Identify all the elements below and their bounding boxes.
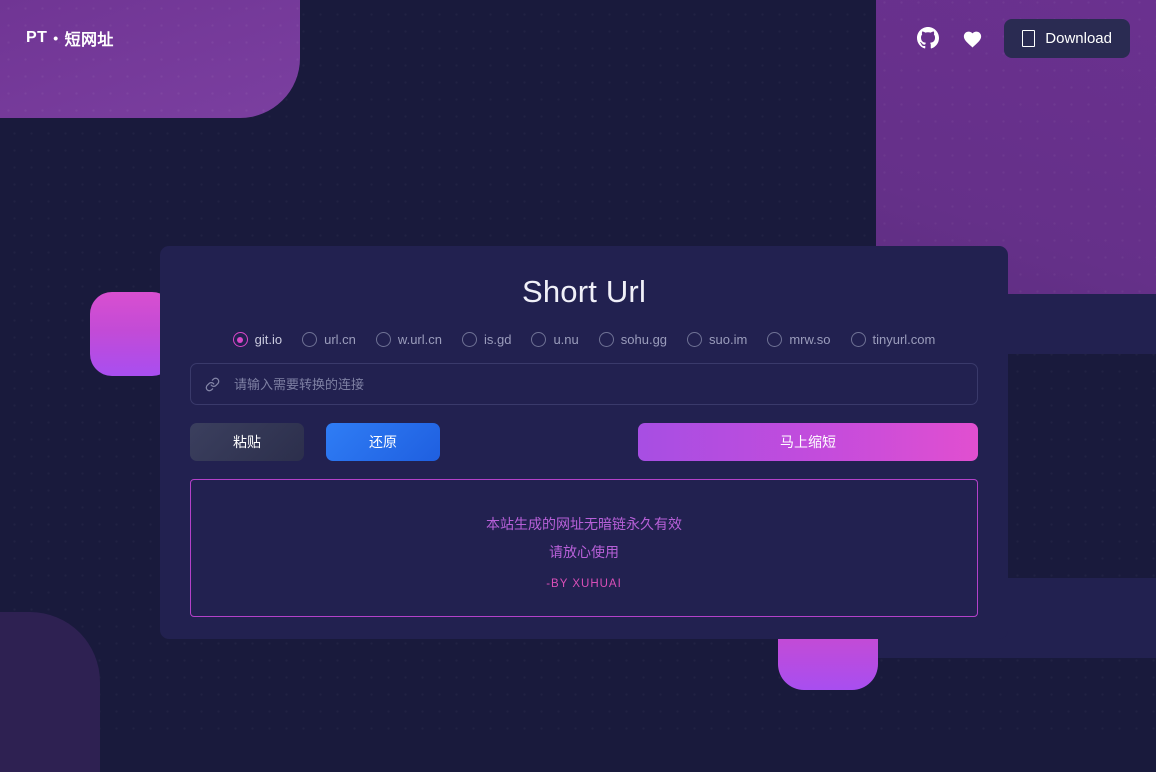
url-input-container[interactable] [190,363,978,405]
radio-mark-icon [531,332,547,347]
download-button[interactable]: Download [1004,18,1130,58]
provider-option-label: git.io [254,332,283,347]
provider-option-url-cn[interactable]: url.cn [302,332,356,347]
heart-icon[interactable] [960,26,984,50]
notice-author: -BY XUHUAI [546,578,622,590]
download-button-label: Download [1045,29,1112,47]
radio-mark-icon [767,332,783,347]
radio-mark-icon [302,332,318,347]
provider-option-label: suo.im [709,332,748,347]
restore-button[interactable]: 还原 [326,423,440,461]
provider-option-label: u.nu [553,332,579,347]
github-icon[interactable] [916,26,940,50]
provider-option-is-gd[interactable]: is.gd [461,332,512,347]
url-input[interactable] [232,375,963,393]
provider-option-label: w.url.cn [397,332,442,347]
notice-line-2: 请放心使用 [549,544,619,560]
provider-option-git-io[interactable]: git.io [232,332,283,347]
provider-option-label: sohu.gg [620,332,668,347]
page-title: Short Url [521,274,647,309]
brand-separator: • [53,30,59,46]
radio-mark-icon [461,332,477,347]
radio-mark-icon [375,332,391,347]
provider-option-u-nu[interactable]: u.nu [531,332,579,347]
paste-button[interactable]: 粘贴 [190,423,304,461]
top-bar: PT • 短网址 Download [0,0,1156,76]
top-bar-actions: Download [916,18,1130,58]
radio-mark-icon [598,332,614,347]
notice-panel: 本站生成的网址无暗链永久有效 请放心使用 -BY XUHUAI [190,479,978,617]
short-url-card: Short Url git.io url.cn w.url.cn is.gd u… [160,246,1008,639]
provider-option-label: is.gd [483,332,512,347]
link-icon [205,377,220,392]
brand-prefix: PT [26,29,48,46]
download-glyph-icon [1022,29,1036,47]
brand-logo[interactable]: PT • 短网址 [26,26,114,50]
provider-option-label: tinyurl.com [872,332,936,347]
radio-mark-icon [687,332,703,347]
provider-option-label: mrw.so [789,332,831,347]
provider-option-w-url-cn[interactable]: w.url.cn [375,332,442,347]
provider-option-tinyurl-com[interactable]: tinyurl.com [850,332,936,347]
provider-option-sohu-gg[interactable]: sohu.gg [598,332,668,347]
radio-mark-icon [232,332,248,347]
notice-line-1: 本站生成的网址无暗链永久有效 [486,516,682,532]
provider-option-mrw-so[interactable]: mrw.so [767,332,831,347]
provider-option-label: url.cn [324,332,356,347]
shorten-button[interactable]: 马上缩短 [638,423,978,461]
provider-option-suo-im[interactable]: suo.im [687,332,747,347]
provider-radio-group: git.io url.cn w.url.cn is.gd u.nu sohu.g… [176,332,992,347]
action-button-row: 粘贴 还原 马上缩短 [190,423,978,461]
radio-mark-icon [850,332,866,347]
brand-name: 短网址 [64,32,114,49]
